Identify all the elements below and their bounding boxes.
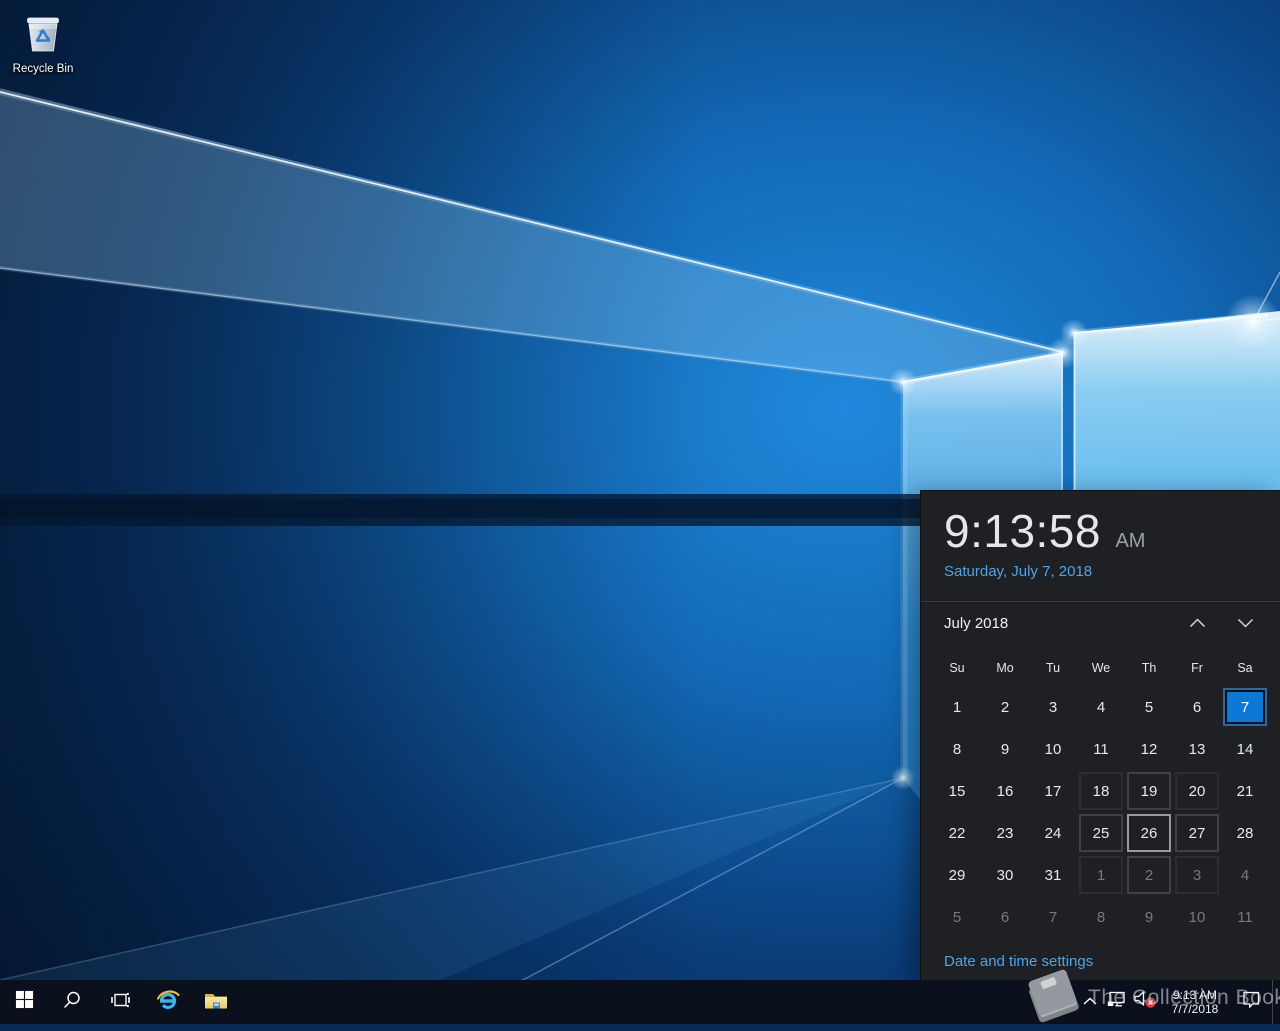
calendar-day[interactable]: 5 [935, 898, 979, 936]
show-desktop-button[interactable] [1272, 980, 1277, 1024]
calendar-next-button[interactable] [1230, 610, 1260, 638]
calendar-day[interactable]: 3 [1031, 688, 1075, 726]
calendar-day[interactable]: 18 [1079, 772, 1123, 810]
calendar-day[interactable]: 1 [1079, 856, 1123, 894]
calendar-day-headers: Su Mo Tu We Th Fr Sa [933, 657, 1269, 679]
calendar-day[interactable]: 3 [1175, 856, 1219, 894]
recycle-bin-icon [20, 17, 66, 60]
internet-explorer-icon [155, 987, 181, 1018]
calendar-day[interactable]: 16 [983, 772, 1027, 810]
calendar-day[interactable]: 1 [935, 688, 979, 726]
calendar-day-header: We [1091, 661, 1111, 675]
tray-date: 7/7/2018 [1171, 1002, 1219, 1016]
search-icon [62, 990, 82, 1015]
calendar-day[interactable]: 26 [1127, 814, 1171, 852]
calendar-day[interactable]: 12 [1127, 730, 1171, 768]
action-center-button[interactable] [1230, 980, 1272, 1024]
calendar-day[interactable]: 9 [1127, 898, 1171, 936]
tray-time: 9:13 AM [1172, 988, 1218, 1002]
action-center-icon [1242, 990, 1261, 1014]
speaker-muted-icon [1133, 990, 1157, 1014]
start-button[interactable] [0, 980, 48, 1024]
calendar-day[interactable]: 22 [935, 814, 979, 852]
calendar-day[interactable]: 21 [1223, 772, 1267, 810]
chevron-up-icon [1189, 615, 1206, 633]
calendar-day[interactable]: 28 [1223, 814, 1267, 852]
calendar-day[interactable]: 29 [935, 856, 979, 894]
calendar-day[interactable]: 4 [1079, 688, 1123, 726]
date-time-settings-link[interactable]: Date and time settings [944, 953, 1093, 970]
calendar-day[interactable]: 13 [1175, 730, 1219, 768]
calendar-day[interactable]: 20 [1175, 772, 1219, 810]
calendar-day[interactable]: 15 [935, 772, 979, 810]
taskbar: 9:13 AM 7/7/2018 [0, 980, 1280, 1024]
ethernet-network-icon [1107, 991, 1126, 1013]
calendar-day[interactable]: 8 [1079, 898, 1123, 936]
calendar-day[interactable]: 6 [983, 898, 1027, 936]
taskbar-left [0, 980, 240, 1024]
calendar-prev-button[interactable] [1182, 610, 1212, 638]
calendar-day[interactable]: 5 [1127, 688, 1171, 726]
calendar-day[interactable]: 27 [1175, 814, 1219, 852]
calendar-month-row: July 2018 [921, 609, 1280, 639]
calendar-day-header: Fr [1191, 661, 1203, 675]
task-view-icon [110, 990, 131, 1015]
calendar-day[interactable]: 19 [1127, 772, 1171, 810]
calendar-day[interactable]: 25 [1079, 814, 1123, 852]
tray-clock[interactable]: 9:13 AM 7/7/2018 [1160, 988, 1230, 1016]
calendar-day[interactable]: 23 [983, 814, 1027, 852]
flyout-divider [921, 601, 1280, 602]
chevron-down-icon [1237, 615, 1254, 633]
calendar-day[interactable]: 10 [1175, 898, 1219, 936]
folder-icon [204, 990, 228, 1015]
calendar-day[interactable]: 24 [1031, 814, 1075, 852]
calendar-month-label[interactable]: July 2018 [944, 609, 1008, 639]
flyout-time: 9:13:58 AM [944, 505, 1145, 557]
calendar-grid: 1 2 3 4 5 6 7 8 9 10 11 12 13 14 15 16 17 18 19 20 21 22 23 24 2… [933, 686, 1269, 938]
calendar-day[interactable]: 7 [1223, 688, 1267, 726]
task-view-button[interactable] [96, 980, 144, 1024]
recycle-bin[interactable]: Recycle Bin [4, 8, 82, 76]
windows-logo-icon [15, 990, 34, 1014]
network-button[interactable] [1102, 980, 1130, 1024]
calendar-day[interactable]: 2 [1127, 856, 1171, 894]
file-explorer-button[interactable] [192, 980, 240, 1024]
calendar-day[interactable]: 4 [1223, 856, 1267, 894]
recycle-bin-label: Recycle Bin [12, 63, 74, 75]
calendar-day[interactable]: 11 [1079, 730, 1123, 768]
flyout-date-link[interactable]: Saturday, July 7, 2018 [944, 563, 1092, 580]
calendar-day[interactable]: 30 [983, 856, 1027, 894]
system-tray: 9:13 AM 7/7/2018 [1078, 980, 1277, 1024]
calendar-day[interactable]: 11 [1223, 898, 1267, 936]
calendar-day[interactable]: 2 [983, 688, 1027, 726]
calendar-day[interactable]: 9 [983, 730, 1027, 768]
calendar-day-header: Tu [1045, 661, 1061, 675]
calendar-day-header: Th [1141, 661, 1157, 675]
calendar-day[interactable]: 6 [1175, 688, 1219, 726]
calendar-day-header: Su [949, 661, 965, 675]
calendar-day[interactable]: 17 [1031, 772, 1075, 810]
calendar-day[interactable]: 14 [1223, 730, 1267, 768]
hidden-icons-button[interactable] [1078, 980, 1102, 1024]
chevron-up-icon [1083, 993, 1097, 1011]
volume-button[interactable] [1130, 980, 1160, 1024]
calendar-day[interactable]: 10 [1031, 730, 1075, 768]
calendar-day[interactable]: 31 [1031, 856, 1075, 894]
time-value: 9:13:58 [944, 505, 1101, 557]
calendar-day[interactable]: 8 [935, 730, 979, 768]
time-meridiem: AM [1115, 530, 1146, 552]
clock-flyout: 9:13:58 AM Saturday, July 7, 2018 July 2… [920, 490, 1280, 980]
calendar-day-header: Mo [996, 661, 1014, 675]
search-button[interactable] [48, 980, 96, 1024]
internet-explorer-button[interactable] [144, 980, 192, 1024]
calendar-day-header: Sa [1237, 661, 1253, 675]
calendar-day[interactable]: 7 [1031, 898, 1075, 936]
